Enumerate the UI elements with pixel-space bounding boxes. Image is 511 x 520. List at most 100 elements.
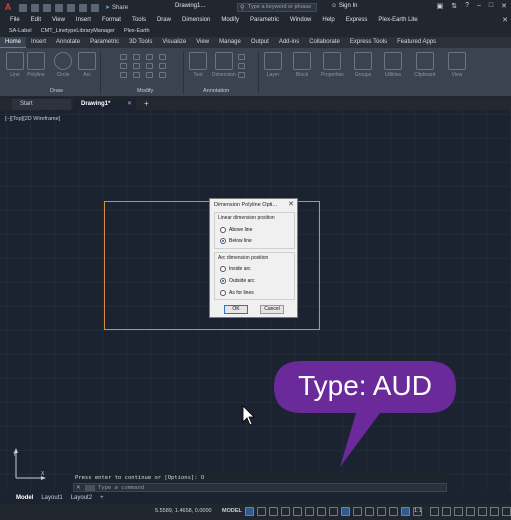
table-icon[interactable] — [238, 63, 245, 69]
share-button[interactable]: ➤ Share — [105, 4, 128, 12]
dimension-tool[interactable]: Dimension — [212, 52, 236, 78]
save-as-icon[interactable] — [55, 3, 63, 12]
tab-home[interactable]: Home — [0, 37, 27, 48]
cart-icon[interactable]: ▣ — [437, 2, 444, 10]
tab-add-ins[interactable]: Add-ins — [274, 37, 304, 48]
app-logo-icon[interactable]: A — [3, 2, 13, 13]
isolate-objects-icon[interactable] — [478, 507, 487, 516]
infer-icon[interactable] — [269, 507, 278, 516]
move-icon[interactable] — [120, 54, 127, 60]
offset-icon[interactable] — [159, 72, 166, 78]
erase-icon[interactable] — [159, 54, 166, 60]
menu-cmt-linetype[interactable]: CMT_LinetypeLibraryManager — [32, 26, 115, 37]
command-input[interactable] — [98, 484, 446, 491]
tab-annotate[interactable]: Annotate — [51, 37, 85, 48]
menu-plex-earth-lite[interactable]: Plex-Earth Lite — [367, 15, 417, 26]
object-snap-icon[interactable] — [341, 507, 350, 516]
cursor-coordinates[interactable]: 5.5589, 1.4658, 0.0000 — [155, 508, 212, 514]
text-tool[interactable]: Text — [189, 52, 207, 78]
close-window-icon[interactable]: ✕ — [501, 2, 507, 10]
annotation-visibility-icon[interactable] — [401, 507, 410, 516]
polar-icon[interactable] — [305, 507, 314, 516]
modify-panel-label[interactable]: Modify — [137, 88, 153, 94]
menu-parametric[interactable]: Parametric — [239, 15, 279, 26]
menu-plex-earth[interactable]: Plex-Earth — [115, 26, 150, 37]
sign-in-button[interactable]: ☺ Sign In — [331, 3, 358, 9]
snap-icon[interactable] — [257, 507, 266, 516]
tab-express-tools[interactable]: Express Tools — [345, 37, 392, 48]
fillet-icon[interactable] — [146, 63, 153, 69]
minimize-icon[interactable]: – — [477, 2, 481, 10]
annotation-scale[interactable]: 1:1 — [414, 508, 422, 514]
transparency-icon[interactable] — [365, 507, 374, 516]
radio-as-for-lines[interactable]: As for lines — [220, 290, 254, 296]
menu-view[interactable]: View — [41, 15, 65, 26]
tab-featured-apps[interactable]: Featured Apps — [392, 37, 441, 48]
quick-properties-icon[interactable] — [466, 507, 475, 516]
print-icon[interactable] — [67, 3, 75, 12]
menu-edit[interactable]: Edit — [20, 15, 41, 26]
workspace-gear-icon[interactable] — [430, 507, 439, 516]
open-file-icon[interactable] — [31, 3, 39, 12]
draw-panel-label[interactable]: Draw — [50, 88, 63, 94]
radio-below-line[interactable]: Below line — [220, 238, 252, 244]
save-icon[interactable] — [43, 3, 51, 12]
menu-dimension[interactable]: Dimension — [171, 15, 210, 26]
layer-tool[interactable]: Layer — [264, 52, 282, 78]
menu-window[interactable]: Window — [279, 15, 311, 26]
tab-manage[interactable]: Manage — [214, 37, 246, 48]
annotation-monitor-icon[interactable] — [442, 507, 451, 516]
redo-icon[interactable] — [91, 3, 99, 12]
customize-menu-icon[interactable] — [502, 507, 511, 516]
undo-icon[interactable] — [79, 3, 87, 12]
add-layout-icon[interactable]: + — [96, 492, 108, 504]
tab-collaborate[interactable]: Collaborate — [304, 37, 345, 48]
cancel-button[interactable]: Cancel — [260, 305, 284, 314]
tab-layout2[interactable]: Layout2 — [67, 492, 96, 504]
leader-icon[interactable] — [238, 54, 245, 60]
grid-icon[interactable] — [245, 507, 254, 516]
circle-tool[interactable]: Circle — [54, 52, 72, 78]
radio-outside-arc-indicator[interactable] — [220, 278, 226, 284]
fullscreen-icon[interactable] — [490, 507, 499, 516]
command-prompt-icon[interactable] — [85, 484, 95, 491]
tab-visualize[interactable]: Visualize — [157, 37, 191, 48]
menu-draw[interactable]: Draw — [146, 15, 171, 26]
lineweight-icon[interactable] — [353, 507, 362, 516]
clipboard-tool[interactable]: Clipboard — [414, 52, 435, 78]
menu-express[interactable]: Express — [335, 15, 368, 26]
menu-help[interactable]: Help — [311, 15, 334, 26]
selection-cycling-icon[interactable] — [377, 507, 386, 516]
radio-outside-arc[interactable]: Outside arc — [220, 278, 255, 284]
array-icon[interactable] — [146, 72, 153, 78]
scale-icon[interactable] — [133, 72, 140, 78]
isodraft-icon[interactable] — [317, 507, 326, 516]
command-close-icon[interactable]: ✕ — [76, 485, 82, 491]
tab-model[interactable]: Model — [12, 492, 37, 504]
exchange-icon[interactable]: ⇅ — [451, 2, 457, 10]
object-snap-tracking-icon[interactable] — [329, 507, 338, 516]
menu-format[interactable]: Format — [91, 15, 121, 26]
line-tool[interactable]: Line — [6, 52, 24, 78]
menu-sa-label[interactable]: SA-Label — [0, 26, 32, 37]
file-tab-drawing1[interactable]: Drawing1* ✕ — [73, 99, 136, 110]
tab-layout1[interactable]: Layout1 — [37, 492, 66, 504]
radio-inside-arc[interactable]: Inside arc — [220, 266, 251, 272]
mtext-icon[interactable] — [238, 72, 245, 78]
menu-modify[interactable]: Modify — [210, 15, 239, 26]
dialog-close-icon[interactable]: ✕ — [288, 200, 294, 208]
tab-parametric[interactable]: Parametric — [85, 37, 124, 48]
tab-insert[interactable]: Insert — [26, 37, 51, 48]
properties-tool[interactable]: Properties — [321, 52, 344, 78]
radio-as-for-lines-indicator[interactable] — [220, 290, 226, 296]
search-box[interactable]: ⚲ Type a keyword or phrase — [237, 3, 317, 12]
tab-3d-tools[interactable]: 3D Tools — [124, 37, 157, 48]
viewport-controls-label[interactable]: [−][Top][2D Wireframe] — [5, 116, 60, 122]
stretch-icon[interactable] — [120, 72, 127, 78]
radio-inside-arc-indicator[interactable] — [220, 266, 226, 272]
groups-tool[interactable]: Groups — [354, 52, 372, 78]
explode-icon[interactable] — [159, 63, 166, 69]
arc-tool[interactable]: Arc — [78, 52, 96, 78]
new-tab-icon[interactable]: + — [144, 98, 149, 110]
close-drawing-icon[interactable]: ✕ — [502, 15, 508, 26]
